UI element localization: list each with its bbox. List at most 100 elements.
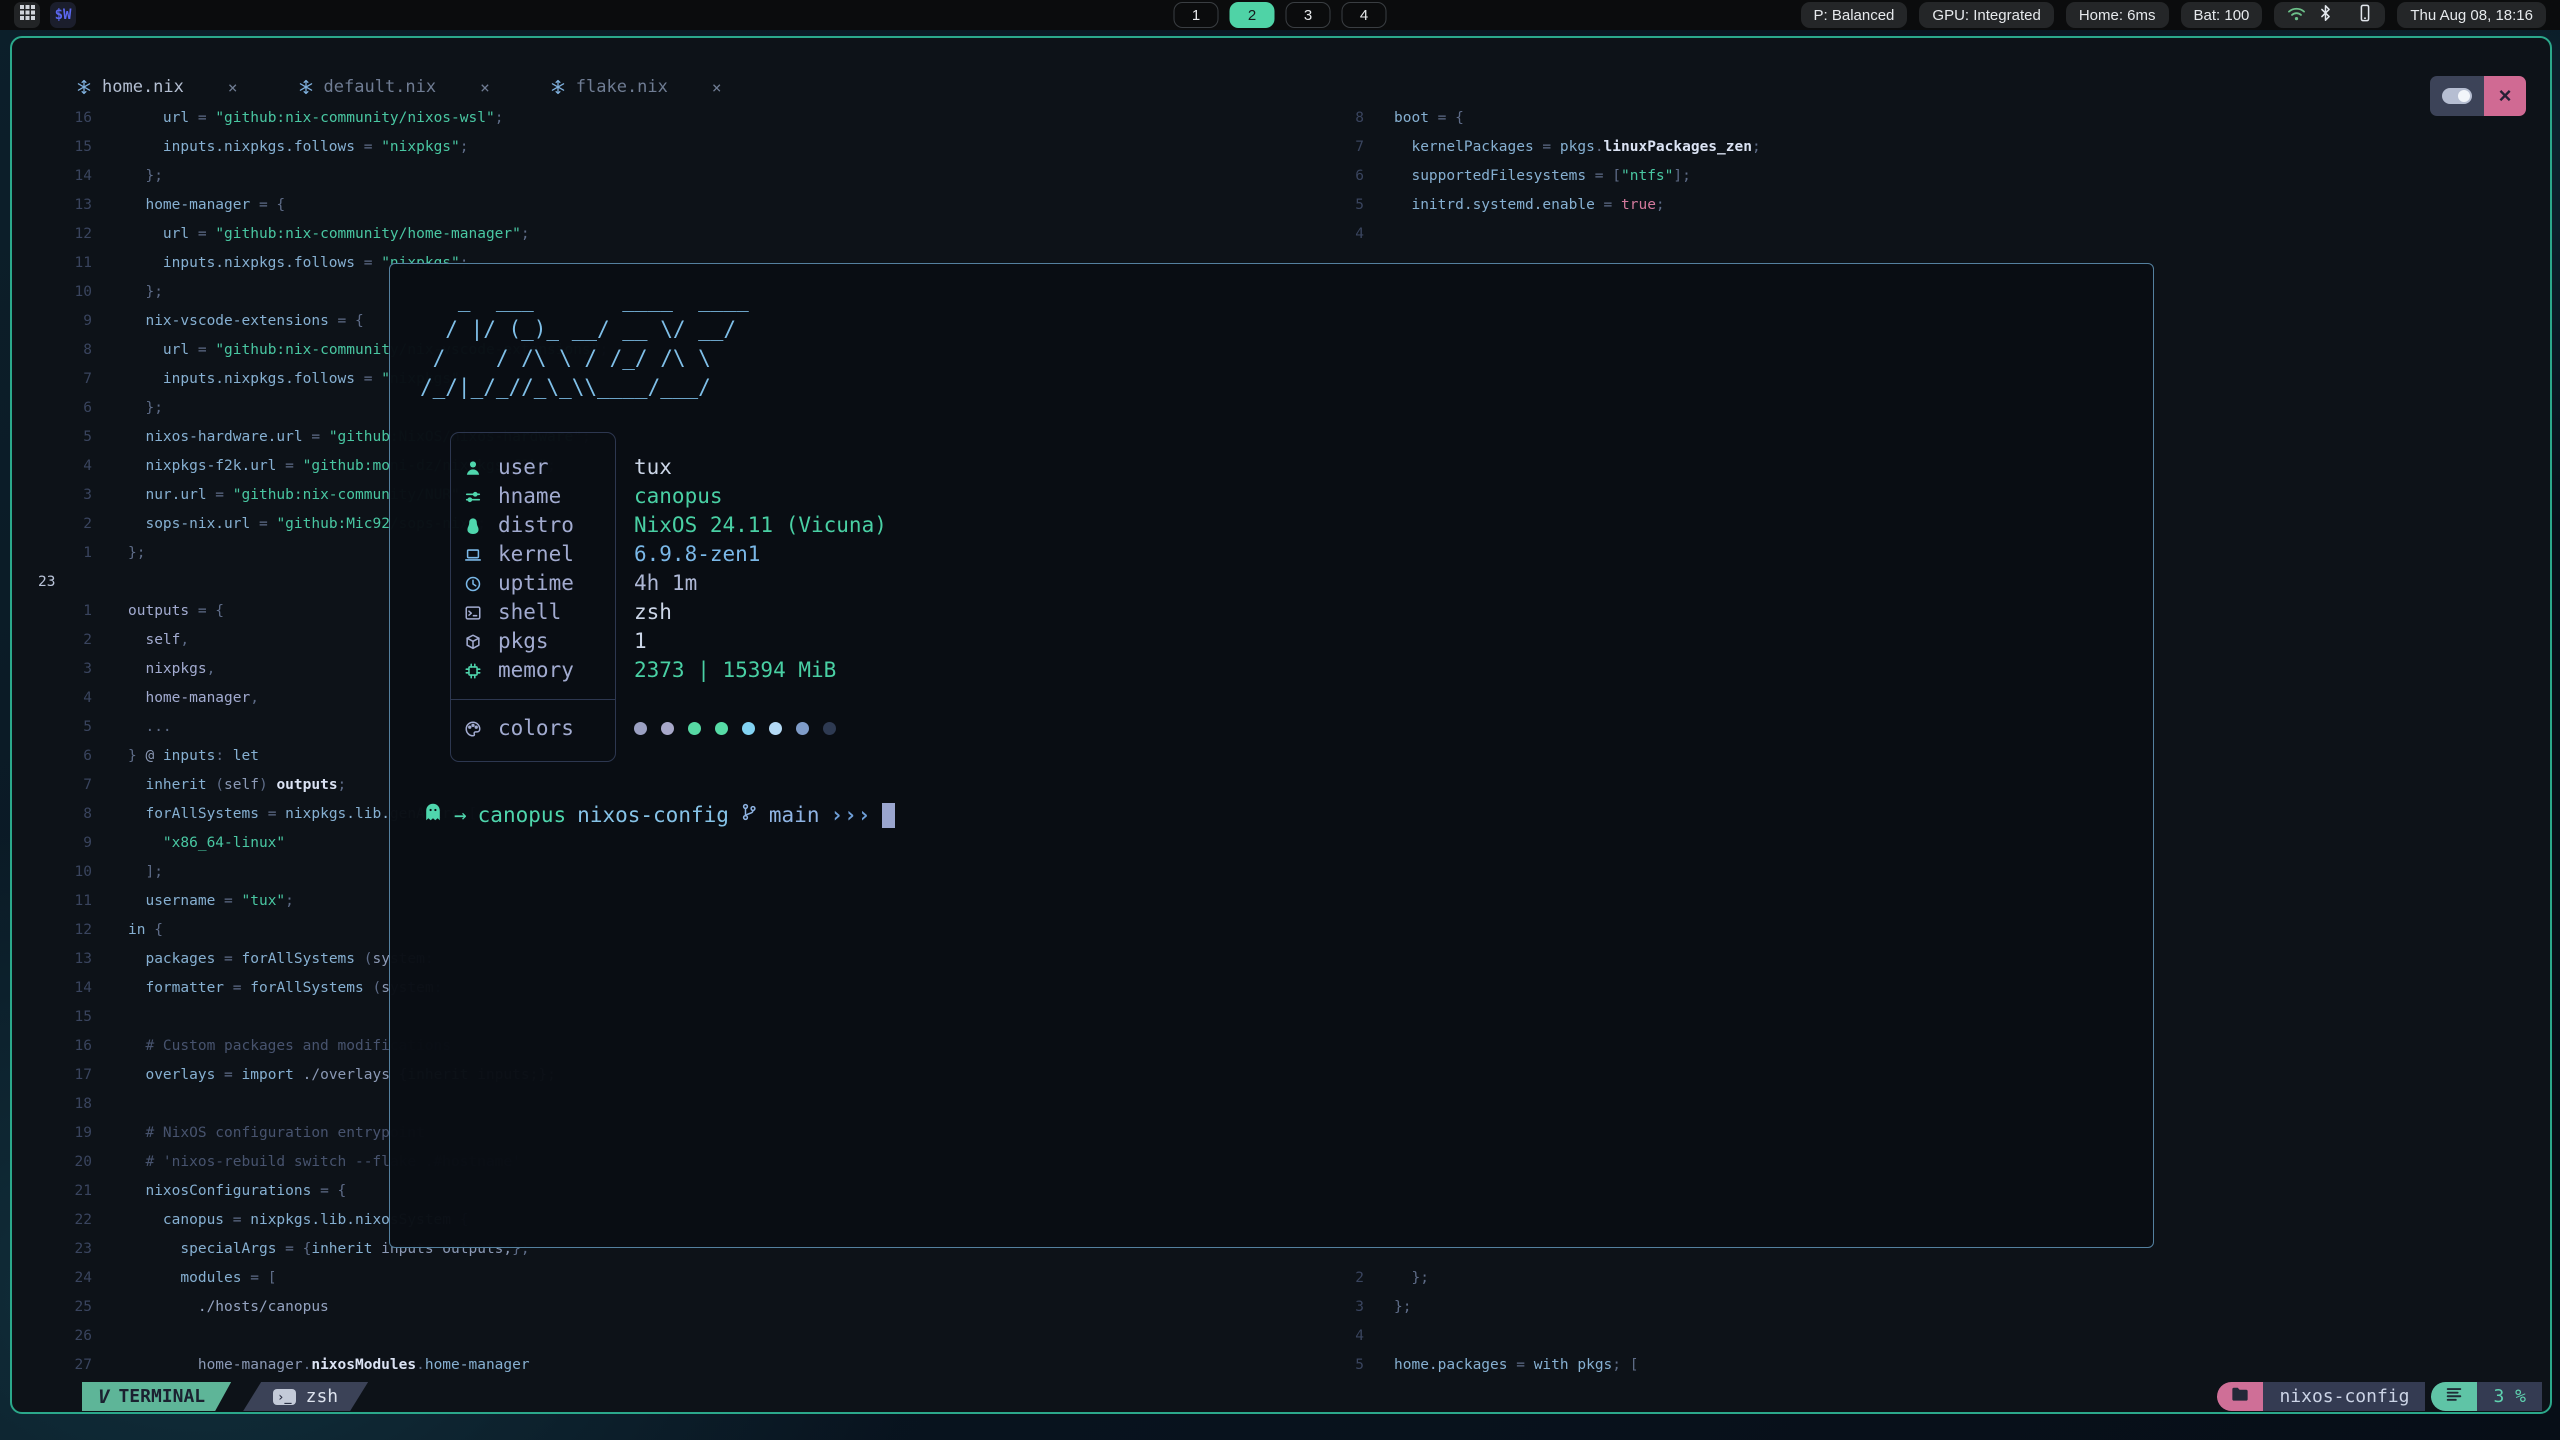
prompt-directory: nixos-config — [577, 801, 729, 830]
color-swatch-7 — [823, 722, 836, 735]
mode-label: TERMINAL — [118, 1386, 205, 1407]
code-text: } @ inputs: let — [128, 742, 259, 771]
workspace-button-1[interactable]: 1 — [1174, 2, 1219, 28]
line-number: 9 — [38, 829, 92, 858]
fetch-label: kernel — [498, 540, 574, 569]
terminal-cursor[interactable] — [882, 803, 895, 828]
system-tray[interactable] — [2274, 2, 2385, 28]
line-number: 27 — [38, 1351, 92, 1380]
fetch-row-pkgs: pkgs — [462, 627, 549, 656]
line-number: 11 — [38, 249, 92, 278]
fetch-value-kernel: 6.9.8-zen1 — [634, 540, 760, 569]
code-text: home-manager.nixosModules.home-manager — [128, 1351, 530, 1380]
code-text: # NixOS configuration entrypoint — [128, 1119, 425, 1148]
line-number: 7 — [1334, 133, 1364, 162]
floating-terminal[interactable]: _ ___ ____ ____ / |/ (_)_ __/ __ \/ __/ … — [389, 263, 2154, 1248]
code-line: 3}; — [1334, 1293, 2534, 1322]
line-number: 16 — [38, 1032, 92, 1061]
fetch-value-pkgs: 1 — [634, 627, 647, 656]
tab-close-icon[interactable]: × — [480, 78, 490, 97]
workspace-badge-button[interactable]: $W — [50, 2, 76, 28]
workspace-button-2[interactable]: 2 — [1230, 2, 1275, 28]
nix-snowflake-icon — [298, 79, 314, 95]
line-number: 11 — [38, 887, 92, 916]
line-number: 12 — [38, 916, 92, 945]
nix-snowflake-icon — [76, 79, 92, 95]
terminal-color-swatches — [634, 714, 836, 743]
project-folder-chip — [2217, 1382, 2263, 1411]
status-bar-right: nixos-config 3 % — [2217, 1382, 2542, 1411]
toggle-icon — [2442, 88, 2472, 104]
code-text: "x86_64-linux" — [128, 829, 285, 858]
line-number: 1 — [38, 597, 92, 626]
line-number: 7 — [38, 771, 92, 800]
app-launcher-button[interactable] — [14, 2, 40, 28]
fetch-label: memory — [498, 656, 574, 685]
line-number: 23 — [38, 1235, 92, 1264]
fetch-row-uptime: uptime — [462, 569, 574, 598]
status-pill-2[interactable]: Home: 6ms — [2066, 2, 2169, 28]
scroll-percent: 3 % — [2477, 1382, 2542, 1411]
folder-icon — [2231, 1386, 2249, 1407]
color-swatch-3 — [715, 722, 728, 735]
scroll-chip — [2431, 1382, 2477, 1411]
code-text: username = "tux"; — [128, 887, 294, 916]
terminal-badge-icon: ›_ — [273, 1389, 295, 1405]
tab-close-icon[interactable]: × — [712, 78, 722, 97]
code-text: inputs.nixpkgs.follows = "nixpkgs"; — [128, 133, 469, 162]
line-number: 15 — [38, 133, 92, 162]
fetch-value-uptime: 4h 1m — [634, 569, 697, 598]
line-number: 23 — [38, 568, 92, 597]
code-text: nixosConfigurations = { — [128, 1177, 346, 1206]
palette-icon — [462, 720, 484, 738]
code-line: 5home.packages = with pkgs; [ — [1334, 1351, 2534, 1380]
line-number: 15 — [38, 1003, 92, 1032]
code-line: 27 home-manager.nixosModules.home-manage… — [38, 1351, 1318, 1380]
code-line: 5 initrd.systemd.enable = true; — [1334, 191, 2534, 220]
code-text: outputs = { — [128, 597, 224, 626]
prompt-hostname: canopus — [478, 801, 567, 830]
status-pill-3[interactable]: Bat: 100 — [2181, 2, 2263, 28]
line-number: 9 — [38, 307, 92, 336]
line-number: 19 — [38, 1119, 92, 1148]
code-line: 24 modules = [ — [38, 1264, 1318, 1293]
bluetooth-icon — [2319, 4, 2332, 26]
fetch-row-user: user — [462, 453, 549, 482]
code-text: }; — [128, 162, 163, 191]
line-number: 24 — [38, 1264, 92, 1293]
workspace-button-3[interactable]: 3 — [1286, 2, 1331, 28]
code-text: home-manager, — [128, 684, 259, 713]
code-text: packages = forAllSystems (system: — [128, 945, 434, 974]
status-pill-1[interactable]: GPU: Integrated — [1919, 2, 2053, 28]
line-number: 8 — [1334, 104, 1364, 133]
workspace-button-4[interactable]: 4 — [1342, 2, 1387, 28]
git-branch-icon — [740, 801, 758, 830]
line-number: 18 — [38, 1090, 92, 1119]
user-icon — [462, 459, 484, 477]
fetch-label: shell — [498, 598, 561, 627]
system-bar-left: $W — [14, 2, 76, 28]
prompt-chevrons: ››› — [830, 801, 871, 830]
ghost-icon — [423, 801, 443, 830]
tab-close-icon[interactable]: × — [228, 78, 238, 97]
tab-label: default.nix — [324, 77, 437, 97]
tab-label: flake.nix — [576, 77, 668, 97]
line-number: 7 — [38, 365, 92, 394]
fetch-row-distro: distro — [462, 511, 574, 540]
line-number: 4 — [38, 684, 92, 713]
color-swatch-6 — [796, 722, 809, 735]
clock[interactable]: Thu Aug 08, 18:16 — [2397, 2, 2546, 28]
line-number: 13 — [38, 191, 92, 220]
code-line: 7 kernelPackages = pkgs.linuxPackages_ze… — [1334, 133, 2534, 162]
status-pill-0[interactable]: P: Balanced — [1801, 2, 1908, 28]
nixos-ascii-logo: _ ___ ____ ____ / |/ (_)_ __/ __ \/ __/ … — [420, 286, 749, 402]
prompt-arrow: → — [454, 801, 467, 830]
line-number: 8 — [38, 336, 92, 365]
mode-segment: V TERMINAL — [82, 1382, 231, 1411]
code-text: url = "github:nix-community/nixos-wsl"; — [128, 104, 503, 133]
code-line: 14 }; — [38, 162, 1318, 191]
line-number: 6 — [38, 742, 92, 771]
code-text: nixpkgs, — [128, 655, 215, 684]
line-number: 3 — [1334, 1293, 1364, 1322]
fetch-value-memory: 2373 | 15394 MiB — [634, 656, 836, 685]
